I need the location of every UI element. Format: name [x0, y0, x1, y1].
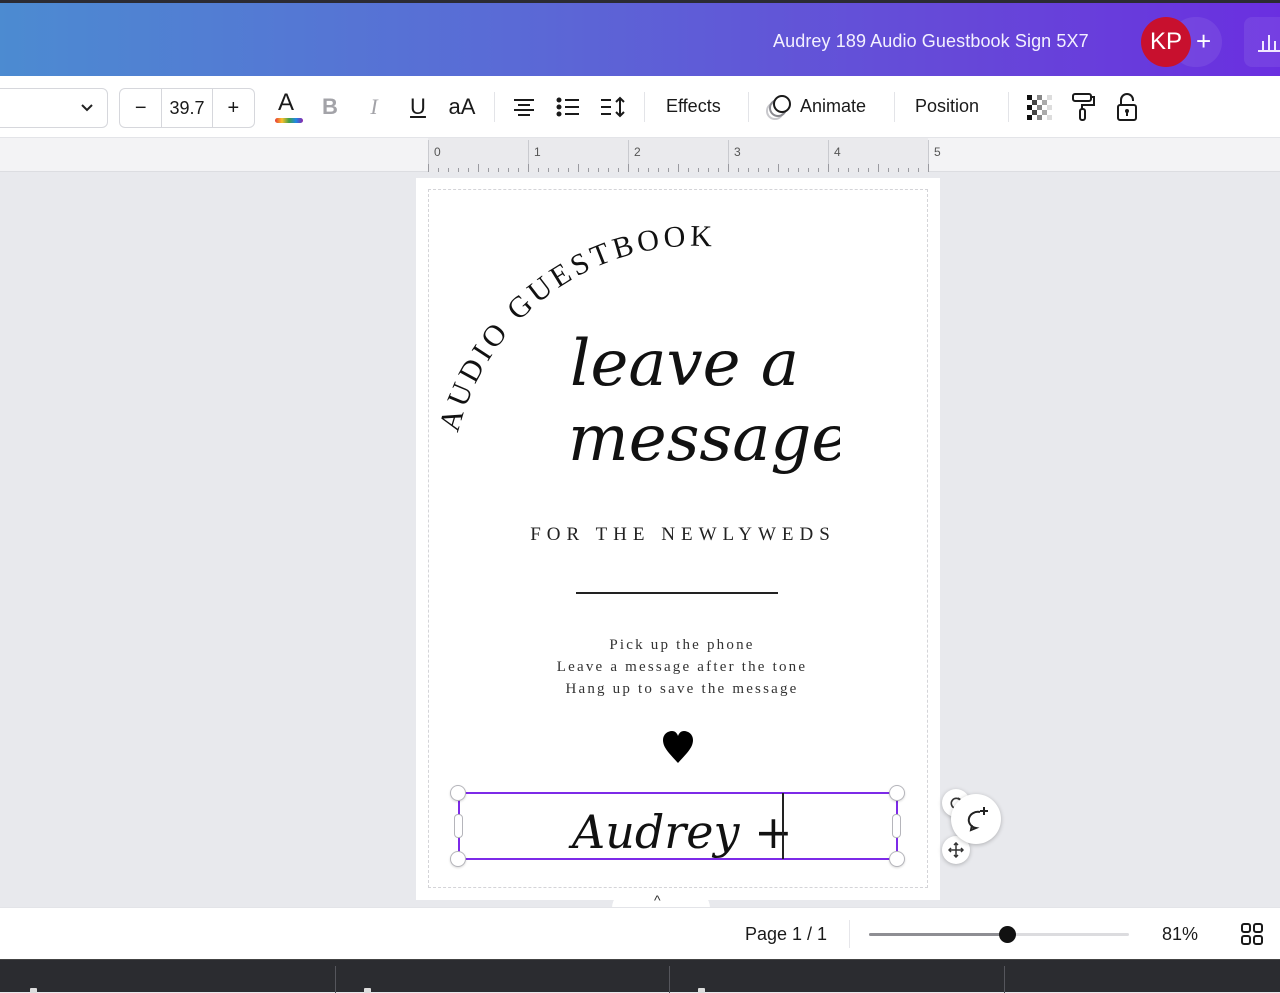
- zoom-percent[interactable]: 81%: [1162, 924, 1198, 945]
- instruction-line: Hang up to save the message: [565, 681, 799, 697]
- resize-handle-bottom-left[interactable]: [450, 851, 466, 867]
- add-comment-button[interactable]: [951, 794, 1001, 844]
- zoom-slider[interactable]: [869, 926, 1129, 943]
- spacing-button[interactable]: [598, 90, 628, 124]
- top-bar: Audrey 189 Audio Guestbook Sign 5X7 KP +: [0, 0, 1280, 76]
- ruler-label: 4: [834, 145, 841, 159]
- font-family-dropdown[interactable]: [0, 88, 108, 128]
- instruction-line: Leave a message after the tone: [556, 659, 808, 675]
- show-pages-toggle[interactable]: ^: [612, 890, 710, 908]
- position-button[interactable]: Position: [915, 96, 979, 117]
- avatar[interactable]: KP: [1141, 17, 1191, 67]
- page-indicator[interactable]: Page 1 / 1: [745, 924, 827, 945]
- ruler-label: 2: [634, 145, 641, 159]
- alignment-button[interactable]: [510, 90, 538, 124]
- transparency-button[interactable]: [1024, 90, 1054, 124]
- headline[interactable]: leave a message: [560, 300, 840, 510]
- zoom-slider-thumb[interactable]: [998, 926, 1016, 943]
- toolbar-divider: [894, 92, 895, 122]
- font-size-stepper: − 39.7 +: [119, 88, 255, 128]
- horizontal-ruler: 0 1 2 3 4 5: [0, 138, 1280, 172]
- effects-button[interactable]: Effects: [666, 96, 721, 117]
- spacing-icon: [601, 96, 625, 118]
- chevron-up-icon: ^: [654, 892, 661, 908]
- animate-icon-wrap[interactable]: [764, 90, 794, 124]
- footer-bar: Page 1 / 1 81%: [0, 907, 1280, 959]
- taskbar-item[interactable]: [364, 988, 371, 993]
- resize-handle-top-left[interactable]: [450, 785, 466, 801]
- subtitle[interactable]: FOR THE NEWLYWEDS: [428, 524, 928, 546]
- instructions-text[interactable]: Pick up the phone Leave a message after …: [428, 634, 928, 700]
- letter-case-button[interactable]: aA: [444, 90, 480, 124]
- toolbar-divider: [748, 92, 749, 122]
- text-color-button[interactable]: A: [270, 90, 303, 124]
- divider-line[interactable]: [576, 592, 778, 594]
- ruler-label: 0: [434, 145, 441, 159]
- ruler-label: 5: [934, 145, 941, 159]
- headline-line-1: leave a: [570, 327, 799, 401]
- grid-view-icon[interactable]: [1240, 922, 1264, 946]
- decrease-font-size-button[interactable]: −: [120, 89, 161, 127]
- transparency-icon: [1027, 95, 1052, 120]
- chevron-down-icon: [81, 104, 93, 112]
- os-taskbar: [0, 959, 1280, 993]
- resize-handle-bottom-right[interactable]: [889, 851, 905, 867]
- headline-line-2: message: [568, 402, 840, 476]
- taskbar-divider: [335, 966, 336, 993]
- document-title[interactable]: Audrey 189 Audio Guestbook Sign 5X7: [773, 31, 1089, 52]
- bold-button[interactable]: B: [316, 90, 344, 124]
- copy-style-button[interactable]: [1068, 90, 1098, 124]
- zoom-slider-fill: [869, 933, 1007, 936]
- align-center-icon: [514, 99, 534, 116]
- letter-case-icon: aA: [448, 94, 476, 119]
- bar-chart-icon: [1258, 35, 1280, 52]
- underline-button[interactable]: U: [404, 90, 432, 124]
- instruction-line: Pick up the phone: [609, 637, 755, 653]
- resize-handle-top-right[interactable]: [889, 785, 905, 801]
- text-toolbar: − 39.7 + A B I U aA Effects Animate Posi…: [0, 76, 1280, 138]
- underline-icon: U: [410, 94, 426, 119]
- ruler-minor-ticks: [428, 164, 929, 172]
- heart-icon[interactable]: [662, 730, 694, 764]
- animate-button[interactable]: Animate: [800, 96, 866, 117]
- ruler-label: 1: [534, 145, 541, 159]
- bullet-list-icon: [556, 97, 579, 117]
- taskbar-divider: [1004, 966, 1005, 993]
- increase-font-size-button[interactable]: +: [213, 89, 254, 127]
- resize-handle-right[interactable]: [892, 814, 901, 838]
- taskbar-item[interactable]: [698, 988, 705, 993]
- toolbar-divider: [644, 92, 645, 122]
- resize-handle-left[interactable]: [454, 814, 463, 838]
- list-button[interactable]: [554, 90, 582, 124]
- add-collaborator-button[interactable]: +: [1196, 25, 1211, 57]
- font-size-input[interactable]: 39.7: [161, 89, 213, 127]
- taskbar-divider: [669, 966, 670, 993]
- animate-icon: [766, 95, 791, 120]
- footer-divider: [849, 920, 850, 948]
- italic-icon: I: [370, 94, 378, 119]
- toolbar-divider: [494, 92, 495, 122]
- names-text[interactable]: Audrey + J: [568, 796, 798, 858]
- bold-icon: B: [322, 94, 338, 119]
- lock-button[interactable]: [1112, 90, 1142, 124]
- italic-button[interactable]: I: [360, 90, 388, 124]
- toolbar-divider: [1008, 92, 1009, 122]
- text-cursor: [782, 793, 784, 859]
- paint-roller-icon: [1072, 93, 1095, 121]
- text-color-icon: A: [274, 91, 303, 123]
- unlock-icon: [1117, 93, 1137, 121]
- move-icon: [948, 842, 964, 858]
- insights-button[interactable]: [1244, 17, 1280, 67]
- ruler-label: 3: [734, 145, 741, 159]
- names-text-value: Audrey + J: [568, 805, 798, 858]
- add-comment-icon: [967, 807, 988, 832]
- taskbar-item[interactable]: [30, 988, 37, 993]
